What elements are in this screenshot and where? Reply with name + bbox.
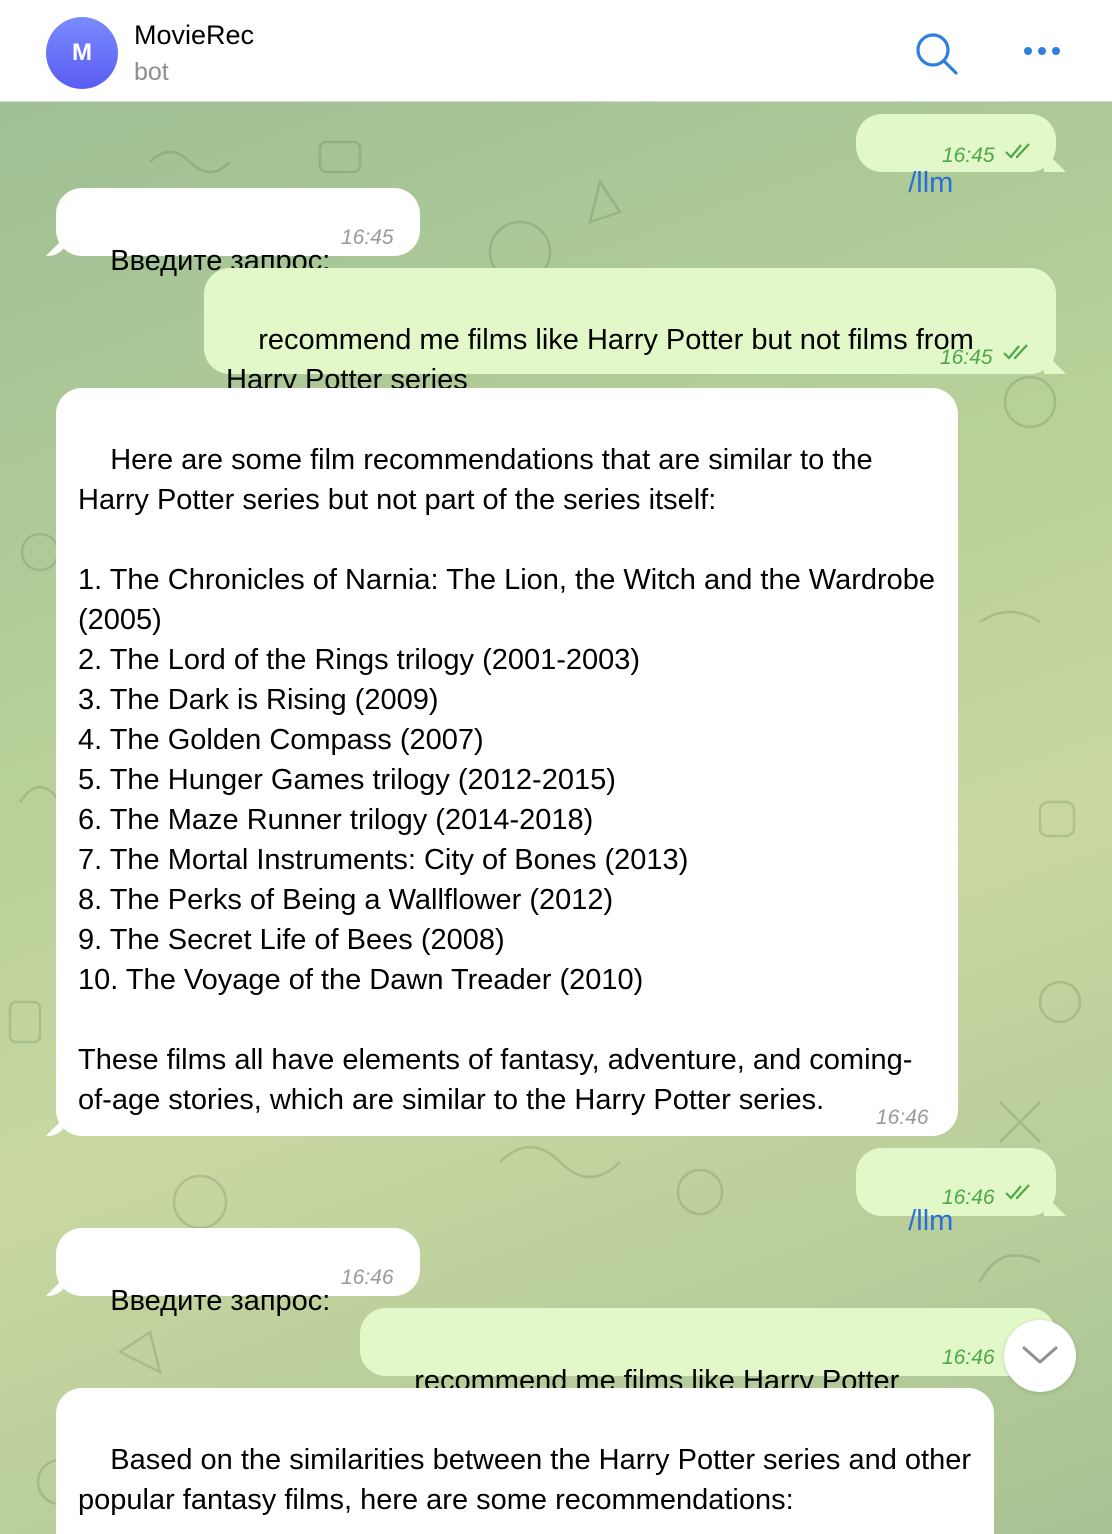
chat-header: M MovieRec bot	[0, 0, 1112, 102]
message-time: 16:45	[940, 346, 993, 369]
read-checkmarks-icon	[1005, 143, 1030, 159]
avatar[interactable]: M	[46, 17, 118, 89]
more-icon[interactable]	[1020, 36, 1064, 66]
incoming-message[interactable]: Введите запрос: 16:45	[56, 188, 420, 277]
scroll-to-bottom-button[interactable]	[1004, 1320, 1076, 1392]
message-text: Based on the similarities between the Ha…	[78, 1444, 972, 1516]
outgoing-message[interactable]: /llm 16:45	[856, 114, 1056, 199]
outgoing-message[interactable]: recommend me films like Harry Potter 16:…	[360, 1308, 1056, 1397]
outgoing-message[interactable]: /llm 16:46	[856, 1148, 1056, 1237]
message-time: 16:46	[341, 1266, 394, 1289]
chat-title[interactable]: MovieRec	[134, 20, 254, 51]
incoming-message[interactable]: Based on the similarities between the Ha…	[56, 1388, 994, 1534]
message-text: Введите запрос:	[110, 1285, 331, 1317]
outgoing-message[interactable]: recommend me films like Harry Potter but…	[204, 268, 1056, 396]
message-time: 16:46	[876, 1106, 929, 1129]
chat-subtitle: bot	[134, 58, 169, 86]
message-time: 16:45	[942, 144, 995, 167]
incoming-message[interactable]: Введите запрос: 16:46	[56, 1228, 420, 1317]
message-time: 16:45	[341, 226, 394, 249]
incoming-message[interactable]: Here are some film recommendations that …	[56, 388, 958, 1136]
chat-area[interactable]: /llm 16:45 Введите запрос: 16:45 recomme…	[0, 102, 1112, 1534]
read-checkmarks-icon	[1003, 344, 1028, 360]
chevron-down-icon	[1022, 1346, 1058, 1364]
search-icon[interactable]	[912, 30, 960, 78]
message-time: 16:46	[942, 1186, 995, 1209]
message-text: Here are some film recommendations that …	[78, 444, 936, 1116]
message-time: 16:46	[942, 1346, 995, 1369]
read-checkmarks-icon	[1005, 1184, 1030, 1200]
